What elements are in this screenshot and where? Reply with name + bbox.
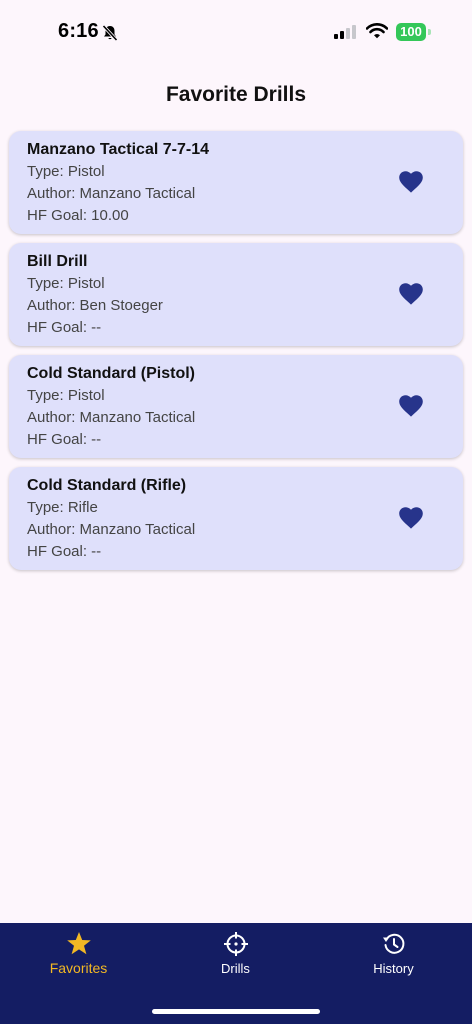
drill-hf-goal: HF Goal: 10.00: [27, 207, 129, 224]
drill-hf-goal: HF Goal: --: [27, 431, 102, 448]
drill-type: Type: Pistol: [27, 275, 105, 292]
wifi-icon: [365, 23, 389, 44]
tab-history[interactable]: History: [315, 923, 472, 993]
favorite-heart-icon[interactable]: [399, 507, 423, 529]
tab-favorites[interactable]: Favorites: [0, 923, 157, 993]
drill-name: Bill Drill: [27, 253, 88, 270]
tab-drills[interactable]: Drills: [157, 923, 314, 993]
drill-author: Author: Manzano Tactical: [27, 185, 196, 202]
tab-label: Drills: [221, 961, 250, 976]
home-indicator[interactable]: [152, 1009, 320, 1014]
drill-card[interactable]: Manzano Tactical 7-7-14 Type: Pistol Aut…: [9, 131, 463, 234]
drill-author: Author: Ben Stoeger: [27, 297, 163, 314]
favorite-heart-icon[interactable]: [399, 283, 423, 305]
drill-type: Type: Pistol: [27, 163, 105, 180]
drill-name: Cold Standard (Rifle): [27, 477, 187, 494]
page-title: Favorite Drills: [165, 83, 307, 106]
tab-label: History: [373, 961, 414, 976]
drill-type: Type: Rifle: [27, 499, 98, 516]
bell-muted-icon: [101, 24, 119, 42]
drill-card[interactable]: Bill Drill Type: Pistol Author: Ben Stoe…: [9, 243, 463, 346]
status-time: 6:16: [58, 20, 99, 42]
drill-author: Author: Manzano Tactical: [27, 521, 196, 538]
drill-name: Cold Standard (Pistol): [27, 365, 195, 382]
history-icon: [381, 931, 407, 962]
favorite-heart-icon[interactable]: [399, 171, 423, 193]
crosshair-icon: [223, 931, 249, 962]
cellular-signal-icon: [334, 25, 358, 44]
drill-card[interactable]: Cold Standard (Rifle) Type: Rifle Author…: [9, 467, 463, 570]
star-icon: [66, 931, 92, 961]
drill-card[interactable]: Cold Standard (Pistol) Type: Pistol Auth…: [9, 355, 463, 458]
status-bar: 6:16 100: [0, 0, 472, 62]
favorite-drills-list: Manzano Tactical 7-7-14 Type: Pistol Aut…: [9, 131, 463, 579]
tab-label: Favorites: [49, 960, 108, 976]
drill-name: Manzano Tactical 7-7-14: [27, 141, 209, 158]
favorite-heart-icon[interactable]: [399, 395, 423, 417]
battery-tip: [428, 29, 431, 35]
battery-level: 100: [396, 23, 426, 41]
drill-author: Author: Manzano Tactical: [27, 409, 196, 426]
drill-hf-goal: HF Goal: --: [27, 543, 102, 560]
drill-hf-goal: HF Goal: --: [27, 319, 102, 336]
drill-type: Type: Pistol: [27, 387, 105, 404]
